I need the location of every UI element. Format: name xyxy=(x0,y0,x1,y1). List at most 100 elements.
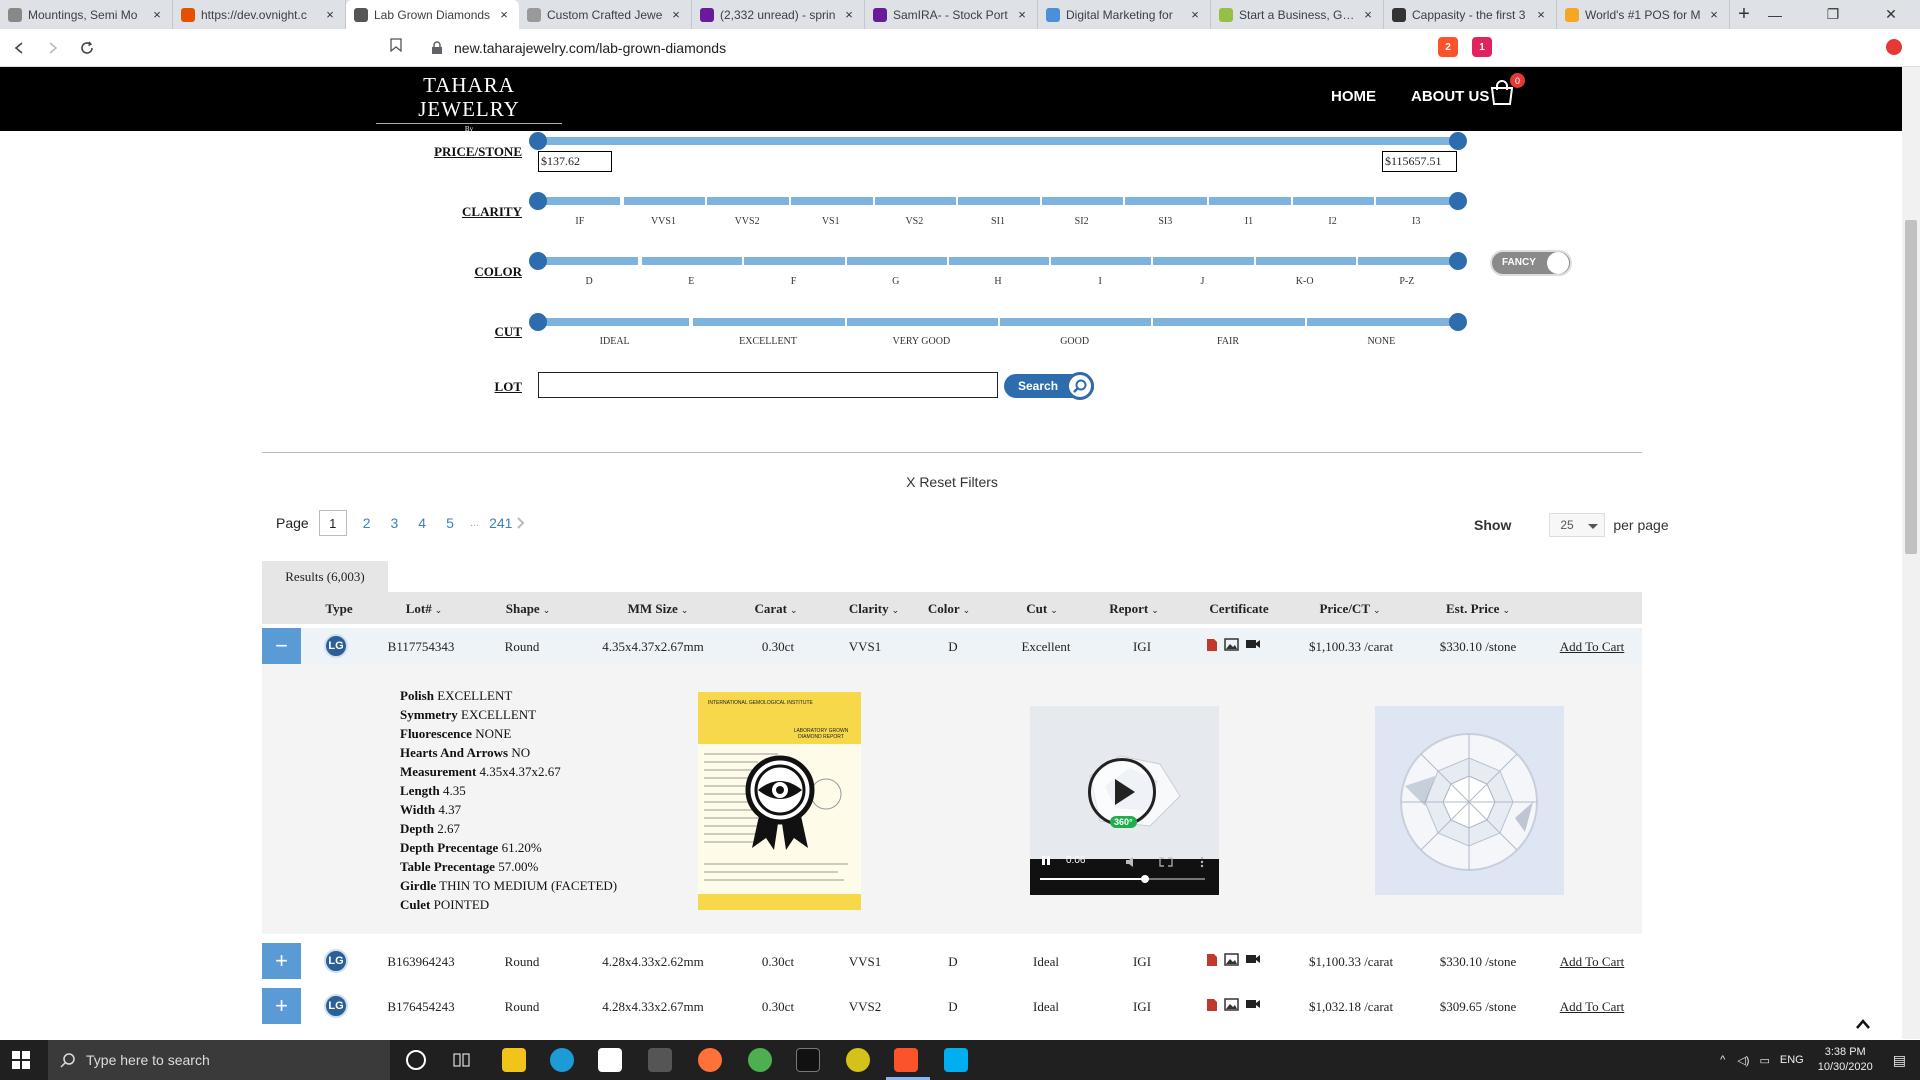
tab-close-icon[interactable]: × xyxy=(1534,7,1548,22)
task-view-icon[interactable] xyxy=(452,1050,472,1075)
cut-min-handle[interactable] xyxy=(529,313,547,331)
slider-segment[interactable] xyxy=(693,318,845,326)
browser-tab[interactable]: (2,332 unread) - sprin × xyxy=(692,0,865,29)
clarity-slider-track[interactable] xyxy=(538,197,1458,205)
tab-close-icon[interactable]: × xyxy=(150,7,164,22)
slider-segment[interactable] xyxy=(1306,318,1458,326)
image-icon[interactable] xyxy=(1224,638,1239,651)
color-slider-track[interactable] xyxy=(538,257,1458,265)
slider-segment[interactable] xyxy=(744,257,845,265)
expand-row-button[interactable]: + xyxy=(262,943,301,979)
column-header[interactable]: Est. Price ⌄ xyxy=(1446,601,1510,617)
volume-icon[interactable]: ◁) xyxy=(1737,1054,1749,1067)
browser-tab[interactable]: https://dev.ovnight.c × xyxy=(173,0,346,29)
tab-close-icon[interactable]: × xyxy=(1707,7,1721,22)
tab-close-icon[interactable]: × xyxy=(323,7,337,22)
column-header[interactable]: Cut ⌄ xyxy=(1026,601,1058,617)
column-header[interactable]: Color ⌄ xyxy=(928,601,970,617)
slider-segment[interactable] xyxy=(874,197,957,205)
video-icon[interactable] xyxy=(1245,953,1261,965)
slider-segment[interactable] xyxy=(642,257,743,265)
collapse-row-button[interactable]: − xyxy=(262,628,301,664)
brave-icon[interactable] xyxy=(894,1048,918,1072)
slider-segment[interactable] xyxy=(1000,318,1152,326)
table-row[interactable]: + LG B163964243 Round 4.28x4.33x2.62mm 0.30ct… xyxy=(262,943,1642,979)
page-last[interactable]: 241 xyxy=(489,515,512,531)
reload-button[interactable] xyxy=(72,33,102,63)
slider-segment[interactable] xyxy=(958,197,1040,205)
add-to-cart-link[interactable]: Add To Cart xyxy=(1560,954,1625,970)
url-field[interactable]: new.taharajewelry.com/lab-grown-diamonds xyxy=(430,37,1510,59)
column-header[interactable]: MM Size ⌄ xyxy=(628,601,689,617)
language-indicator[interactable]: ENG xyxy=(1780,1054,1804,1066)
nav-about[interactable]: ABOUT US xyxy=(1411,88,1489,105)
scroll-to-top-button[interactable] xyxy=(1855,1010,1871,1036)
page-link[interactable]: 5 xyxy=(446,515,454,531)
clarity-max-handle[interactable] xyxy=(1449,192,1467,210)
edge-icon[interactable] xyxy=(550,1048,574,1072)
windows-start-icon[interactable] xyxy=(12,1051,30,1074)
scrollbar-thumb[interactable] xyxy=(1905,220,1917,554)
pdf-icon[interactable] xyxy=(1206,998,1218,1012)
slider-segment[interactable] xyxy=(1376,197,1458,205)
slider-segment[interactable] xyxy=(623,197,706,205)
color-max-handle[interactable] xyxy=(1449,252,1467,270)
slider-segment[interactable] xyxy=(538,197,620,205)
app-icon[interactable] xyxy=(648,1048,672,1072)
chevron-right-icon[interactable] xyxy=(516,516,526,530)
bookmark-icon[interactable] xyxy=(390,38,402,55)
column-header[interactable]: Price/CT ⌄ xyxy=(1319,601,1380,617)
results-tab[interactable]: Results (6,003) xyxy=(262,561,388,592)
clarity-min-handle[interactable] xyxy=(529,192,547,210)
slider-segment[interactable] xyxy=(1292,197,1375,205)
slider-segment[interactable] xyxy=(538,318,690,326)
reset-filters-label[interactable]: X Reset Filters xyxy=(906,474,998,490)
price-min-handle[interactable] xyxy=(529,132,547,150)
brave-shield-icon[interactable]: 2 xyxy=(1438,37,1458,57)
slider-segment[interactable] xyxy=(790,197,873,205)
add-to-cart-link[interactable]: Add To Cart xyxy=(1560,639,1625,655)
notification-icon[interactable]: ▤ xyxy=(1893,1052,1906,1069)
price-max-handle[interactable] xyxy=(1449,132,1467,150)
browser-tab[interactable]: SamIRA- - Stock Port × xyxy=(865,0,1038,29)
browser-tab[interactable]: Start a Business, Grow × xyxy=(1211,0,1384,29)
lot-input[interactable] xyxy=(538,372,998,398)
price-min-input[interactable]: $137.62 xyxy=(538,151,612,172)
per-page-select[interactable]: 25 xyxy=(1549,513,1606,537)
pdf-icon[interactable] xyxy=(1206,638,1218,652)
tab-close-icon[interactable]: × xyxy=(1015,7,1029,22)
video-icon[interactable] xyxy=(1245,998,1261,1010)
pdf-icon[interactable] xyxy=(1206,953,1218,967)
firefox-icon[interactable] xyxy=(698,1048,722,1072)
store-icon[interactable] xyxy=(598,1048,622,1072)
slider-segment[interactable] xyxy=(846,318,998,326)
add-to-cart-link[interactable]: Add To Cart xyxy=(1560,999,1625,1015)
image-icon[interactable] xyxy=(1224,953,1239,966)
search-button[interactable]: Search xyxy=(1004,372,1094,400)
slider-segment[interactable] xyxy=(1255,257,1356,265)
cut-slider-track[interactable] xyxy=(538,318,1458,326)
browser-tab[interactable]: World's #1 POS for M × xyxy=(1557,0,1730,29)
slider-segment[interactable] xyxy=(1125,197,1208,205)
video-icon[interactable] xyxy=(1245,638,1261,650)
minimize-button[interactable]: — xyxy=(1746,0,1804,29)
cortana-icon[interactable] xyxy=(406,1050,426,1070)
browser-tab[interactable]: Cappasity - the first 3 × xyxy=(1384,0,1557,29)
price-slider-track[interactable] xyxy=(538,137,1458,145)
price-max-input[interactable]: $115657.51 xyxy=(1382,151,1457,172)
slider-segment[interactable] xyxy=(1153,257,1254,265)
table-row[interactable]: + LG B176454243 Round 4.28x4.33x2.67mm 0.30ct… xyxy=(262,988,1642,1024)
column-header[interactable]: Lot# ⌄ xyxy=(406,601,443,617)
column-header[interactable]: Carat ⌄ xyxy=(754,601,797,617)
reset-filters-link[interactable]: X Reset Filters xyxy=(0,474,1904,490)
slider-segment[interactable] xyxy=(1041,197,1124,205)
tab-close-icon[interactable]: × xyxy=(842,7,856,22)
forward-button[interactable] xyxy=(38,33,68,63)
slider-segment[interactable] xyxy=(707,197,789,205)
slider-segment[interactable] xyxy=(1153,318,1305,326)
cut-max-handle[interactable] xyxy=(1449,313,1467,331)
slider-segment[interactable] xyxy=(948,257,1050,265)
browser-tab[interactable]: Custom Crafted Jewe × xyxy=(519,0,692,29)
tab-close-icon[interactable]: × xyxy=(1188,7,1202,22)
taskbar-search[interactable]: Type here to search xyxy=(48,1040,390,1080)
